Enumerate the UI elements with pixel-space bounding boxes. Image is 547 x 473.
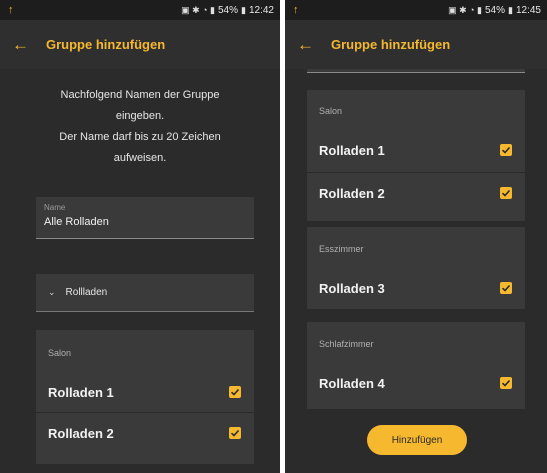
add-button[interactable]: Hinzufügen	[367, 425, 467, 455]
battery-percent: 54%	[485, 4, 506, 16]
room-label: Salon	[319, 106, 343, 116]
device-label: Rolladen 1	[48, 384, 114, 400]
status-bar: ↑ ▣ ✱ ◔ ▮ 54% ▮ 12:45	[285, 0, 547, 20]
back-arrow-icon[interactable]: ←	[12, 35, 46, 55]
upload-icon: ↑	[8, 4, 14, 16]
name-field-label: Name	[44, 203, 66, 212]
room-label: Schlafzimmer	[319, 339, 374, 349]
list-item[interactable]: Rolladen 2	[307, 173, 525, 213]
left-screen: ↑ ▣ ✱ ◔ ▮ 54% ▮ 12:42 ← Gruppe hinzufüge…	[0, 0, 280, 473]
list-item[interactable]: Rolladen 1	[307, 130, 525, 170]
clock: 12:45	[515, 4, 541, 16]
list-item[interactable]: Rolladen 1	[36, 372, 254, 412]
device-label: Rolladen 3	[319, 280, 385, 296]
device-label: Rolladen 2	[319, 185, 385, 201]
checkbox-checked-icon[interactable]	[229, 427, 241, 439]
room-card-esszimmer: Esszimmer Rolladen 3	[307, 227, 525, 309]
list-item[interactable]: Rolladen 2	[36, 413, 254, 453]
checkbox-checked-icon[interactable]	[500, 187, 512, 199]
room-card-salon: Salon Rolladen 1 Rolladen 2	[36, 330, 254, 464]
device-label: Rolladen 2	[48, 425, 114, 441]
device-label: Rolladen 1	[319, 142, 385, 158]
device-type-dropdown[interactable]: ⌄ Rollladen	[36, 274, 254, 312]
room-label: Salon	[48, 348, 72, 358]
intro-text: Nachfolgend Namen der Gruppe eingeben. D…	[59, 89, 221, 164]
name-input[interactable]	[44, 216, 246, 228]
device-label: Rolladen 4	[319, 375, 385, 391]
room-card-salon: Salon Rolladen 1 Rolladen 2	[307, 90, 525, 221]
app-bar: ← Gruppe hinzufügen	[0, 20, 280, 69]
signal-icons: ▣ ✱ ◔ ▮	[181, 4, 215, 15]
room-label: Esszimmer	[319, 244, 364, 254]
checkbox-checked-icon[interactable]	[500, 282, 512, 294]
checkbox-checked-icon[interactable]	[500, 144, 512, 156]
right-screen: ↑ ▣ ✱ ◔ ▮ 54% ▮ 12:45 ← Gruppe hinzufüge…	[285, 0, 547, 473]
upload-icon: ↑	[293, 4, 299, 16]
checkbox-checked-icon[interactable]	[229, 386, 241, 398]
dropdown-label: Rollladen	[65, 287, 108, 298]
chevron-down-icon: ⌄	[48, 287, 56, 297]
clock: 12:42	[248, 4, 274, 16]
battery-percent: 54%	[218, 4, 239, 16]
back-arrow-icon[interactable]: ←	[297, 35, 331, 55]
name-field[interactable]: Name	[36, 197, 254, 239]
page-title: Gruppe hinzufügen	[331, 37, 451, 52]
battery-icon: ▮	[241, 4, 246, 15]
page-title: Gruppe hinzufügen	[46, 37, 166, 52]
battery-icon: ▮	[508, 4, 513, 15]
list-item[interactable]: Rolladen 3	[307, 268, 525, 308]
room-card-schlafzimmer: Schlafzimmer Rolladen 4	[307, 322, 525, 409]
status-bar: ↑ ▣ ✱ ◔ ▮ 54% ▮ 12:42	[0, 0, 280, 20]
app-bar: ← Gruppe hinzufügen	[285, 20, 547, 69]
field-bottom-edge	[307, 69, 525, 73]
signal-icons: ▣ ✱ ◔ ▮	[448, 4, 482, 15]
checkbox-checked-icon[interactable]	[500, 377, 512, 389]
list-item[interactable]: Rolladen 4	[307, 363, 525, 403]
